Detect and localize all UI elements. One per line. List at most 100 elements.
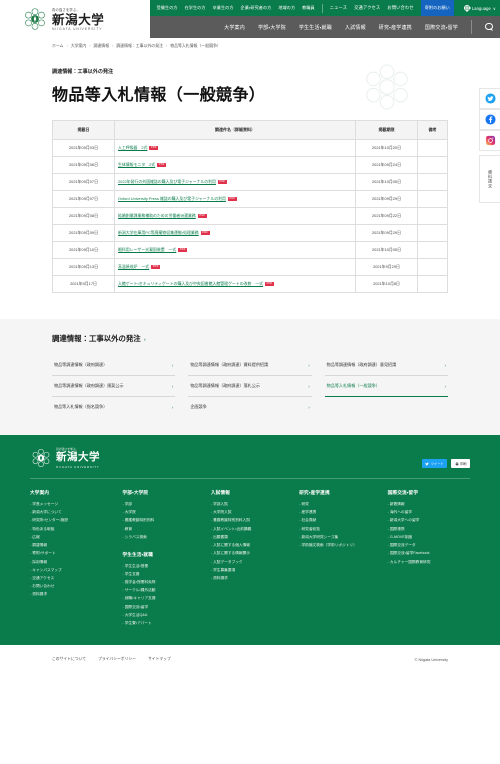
list-item: 広報 xyxy=(30,535,116,540)
rail-instagram-button[interactable] xyxy=(479,130,500,151)
procurement-link[interactable]: 入館ゲート・セキュリティゲートの購入及び中央図書館入館管理ゲートの改修 一式 xyxy=(118,281,263,286)
footer-link[interactable]: 入試イベント・出前講義 xyxy=(211,527,293,532)
footer-link[interactable]: 学生寮・アパート xyxy=(122,621,204,626)
footer-link[interactable]: お問い合わせ xyxy=(30,584,116,589)
footer-link[interactable]: 学部 xyxy=(122,502,204,507)
procurement-link[interactable]: 高温焼成炉 一式 xyxy=(118,264,149,269)
topbar-audience-link-1[interactable]: 在学生の方 xyxy=(185,5,206,11)
related-link-2[interactable]: 物品等調達情報（政府調達）意見招請 › xyxy=(324,355,448,376)
topbar-audience-link-3[interactable]: 企業・研究者の方 xyxy=(241,5,272,11)
procurement-link[interactable]: 2022年発行の外国雑誌の購入及び電子ジャーナルの利用 xyxy=(118,179,216,184)
footer-link[interactable]: 国際交流・留学Facebook xyxy=(388,551,470,556)
footer-link[interactable]: 大学院 xyxy=(122,510,204,515)
footer-link[interactable]: 研究者総覧 xyxy=(299,527,381,532)
topbar-access-link[interactable]: 交通アクセス xyxy=(354,5,380,11)
procurement-link[interactable]: 眼科用レーザー光凝固装置 一式 xyxy=(118,247,176,252)
footer-link[interactable]: サークル・課外活動 xyxy=(122,588,204,593)
related-link-0[interactable]: 物品等調達情報（政府調達） › xyxy=(52,355,176,376)
footer-link[interactable]: 特色ある取組 xyxy=(30,527,116,532)
footer-link[interactable]: 大学院入試 xyxy=(211,510,293,515)
footer-link[interactable]: 学生生活・授業 xyxy=(122,564,204,569)
footer-link[interactable]: 産学連携 xyxy=(299,510,381,515)
nav-item-faculties[interactable]: 学部・大学院 xyxy=(258,24,286,31)
footer-link[interactable]: 研究 xyxy=(299,502,381,507)
footer-link[interactable]: 学生募集要項 xyxy=(211,568,293,573)
topbar-donate-button[interactable]: 寄附のお願い xyxy=(420,0,454,16)
footer-link[interactable]: 国際交流データ xyxy=(388,543,470,548)
footer-link[interactable]: 寄附・サポート xyxy=(30,551,116,556)
topbar-audience-link-2[interactable]: 卒業生の方 xyxy=(213,5,234,11)
procurement-link[interactable]: 生体情報モニタ 2式 xyxy=(118,162,155,167)
related-link-1[interactable]: 物品等調達情報（政府調達）資料提供招請 › xyxy=(188,355,312,376)
topbar-contact-link[interactable]: お問い合わせ xyxy=(387,5,413,11)
procurement-link[interactable]: Oxford University Press 雑誌の購入及び電子ジャーナルの利… xyxy=(118,196,226,201)
footer-link[interactable]: 交通アクセス xyxy=(30,576,116,581)
footer-link[interactable]: 学術論文検索（学術リポジトリ） xyxy=(299,543,381,548)
footer-link[interactable]: 出願書類 xyxy=(211,535,293,540)
search-icon[interactable] xyxy=(485,22,494,32)
print-button[interactable]: 印刷 xyxy=(451,459,470,468)
footer-link[interactable]: 資料請求 xyxy=(211,576,293,581)
bottom-link-sitemap[interactable]: サイトマップ xyxy=(148,657,171,662)
related-link-current[interactable]: 物品等入札情報（一般競争） › xyxy=(324,376,448,397)
rail-twitter-button[interactable] xyxy=(479,88,500,109)
footer-link[interactable]: 採用情報 xyxy=(30,560,116,565)
procurement-link[interactable]: 人工呼吸器 2式 xyxy=(118,145,147,150)
footer-link[interactable]: 研究所・センター・施設 xyxy=(30,518,116,523)
site-logo[interactable]: 真の強さを学ぶ。 新潟大学 NIIGATA UNIVERSITY xyxy=(0,0,150,38)
footer-link[interactable]: 新着情報 xyxy=(388,502,470,507)
footer-link[interactable]: 社会貢献 xyxy=(299,518,381,523)
related-link-4[interactable]: 物品等調達情報（政府調達）落札公示 › xyxy=(188,376,312,397)
footer-link[interactable]: 新潟大学について xyxy=(30,510,116,515)
related-link-3[interactable]: 物品等調達情報（政府調達）随契公示 › xyxy=(52,376,176,397)
footer-link[interactable]: 調達情報 xyxy=(30,543,116,548)
related-link-6[interactable]: 物品等入札情報（指名競争） › xyxy=(52,397,175,417)
footer-link[interactable]: シラバス検索 xyxy=(122,535,204,540)
footer-link[interactable]: 学生支援 xyxy=(122,572,204,577)
footer-link[interactable]: 入試に関する個人情報 xyxy=(211,543,293,548)
topbar-audience-link-4[interactable]: 地域の方 xyxy=(278,5,295,11)
nav-item-student-life[interactable]: 学生生活・就職 xyxy=(299,24,332,31)
footer-link[interactable]: 入試データブック xyxy=(211,560,293,565)
footer-link[interactable]: 教育 xyxy=(122,527,204,532)
footer-link[interactable]: 海外への留学 xyxy=(388,510,470,515)
footer-link[interactable]: 学部入試 xyxy=(211,502,293,507)
topbar-audience-link-0[interactable]: 受験生の方 xyxy=(157,5,178,11)
breadcrumb-item-0[interactable]: ホーム xyxy=(52,43,64,49)
footer-link[interactable]: 国際交流・留学 xyxy=(122,605,204,610)
footer-link[interactable]: 入試に関する情報開示 xyxy=(211,551,293,556)
bottom-link-about-site[interactable]: このサイトについて xyxy=(52,657,86,662)
footer-link[interactable]: 国際連携 xyxy=(388,527,470,532)
footer-link[interactable]: 新潟大学研究シーズ集 xyxy=(299,535,381,540)
procurement-link[interactable]: 新潟大学在庫用PC等廃棄物収集運搬・処理業務 xyxy=(118,230,199,235)
footer-logo[interactable]: 真の強さを学ぶ。 新潟大学 NIIGATA UNIVERSITY xyxy=(30,447,100,469)
tweet-button[interactable]: ツイート xyxy=(421,459,448,468)
topbar-audience-link-5[interactable]: 教職員 xyxy=(302,5,315,11)
footer-link[interactable]: 養護教諭特別別科入試 xyxy=(211,518,293,523)
footer-link[interactable]: 奨学金・授業料免除 xyxy=(122,580,204,585)
footer-link[interactable]: 学長メッセージ xyxy=(30,502,116,507)
footer-link[interactable]: G-MOVE制度 xyxy=(388,535,470,540)
footer-link[interactable]: 就職・キャリア支援 xyxy=(122,596,204,601)
footer-link[interactable]: 養護教諭特別別科 xyxy=(122,518,204,523)
nav-item-university-guide[interactable]: 大学案内 xyxy=(224,24,245,31)
nav-item-admissions[interactable]: 入試情報 xyxy=(345,24,366,31)
related-link-7[interactable]: 企画競争 › xyxy=(188,397,311,417)
breadcrumb-item-1[interactable]: 大学案内 xyxy=(71,43,87,49)
footer-link[interactable]: 広報 xyxy=(30,535,116,540)
footer-link[interactable]: 資料請求 xyxy=(30,592,116,597)
nav-item-international[interactable]: 国際交流・留学 xyxy=(425,24,458,31)
footer-link[interactable]: カルチャー国際教育研究 xyxy=(388,560,470,565)
footer-link[interactable]: 大学生活Q&A xyxy=(122,613,204,618)
procurement-link[interactable]: 結婚創業課業務補助のための労働者派遣業務 xyxy=(118,213,196,218)
topbar-news-link[interactable]: ニュース xyxy=(330,5,347,11)
language-switcher[interactable]: Language ∨ xyxy=(461,5,496,11)
nav-item-research[interactable]: 研究・産学連携 xyxy=(379,24,412,31)
rail-facebook-button[interactable] xyxy=(479,109,500,130)
footer-link[interactable]: 新潟大学への留学 xyxy=(388,518,470,523)
footer-link[interactable]: キャンパスマップ xyxy=(30,568,116,573)
bottom-link-privacy-policy[interactable]: プライバシーポリシー xyxy=(98,657,136,662)
breadcrumb-item-3[interactable]: 調達情報：工事以外の発注 xyxy=(116,43,163,49)
rail-document-request-button[interactable]: 資料請求 xyxy=(479,155,500,203)
breadcrumb-item-2[interactable]: 調達情報 xyxy=(94,43,110,49)
